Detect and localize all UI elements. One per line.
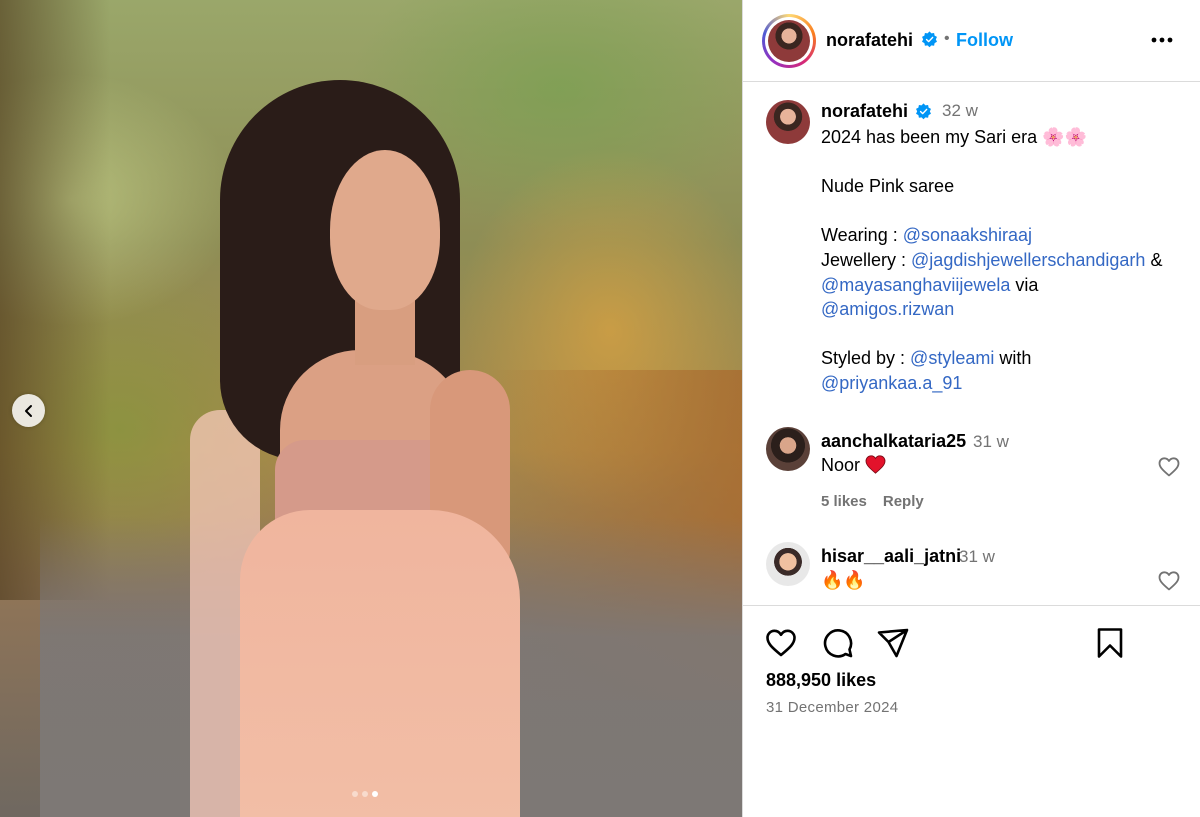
- comment-text: 🔥🔥: [821, 570, 866, 590]
- author-avatar[interactable]: [762, 14, 816, 68]
- post-date[interactable]: 31 December 2024: [766, 699, 898, 716]
- post-caption: 2024 has been my Sari era 🌸🌸 Nude Pink s…: [821, 125, 1191, 396]
- follow-button[interactable]: Follow: [956, 30, 1013, 51]
- post-header: norafatehi • Follow: [743, 0, 1200, 82]
- comment-username[interactable]: aanchalkataria25: [821, 431, 966, 452]
- comment-username[interactable]: hisar__aali_jatni: [821, 546, 961, 567]
- caption-username[interactable]: norafatehi: [821, 101, 908, 122]
- caption-line: Nude Pink saree: [821, 176, 955, 197]
- caption-label: Wearing :: [821, 225, 903, 246]
- comments-section[interactable]: norafatehi 32 w 2024 has been my Sari er…: [743, 83, 1200, 605]
- carousel-dot: [352, 791, 358, 797]
- comment-reply-button[interactable]: Reply: [883, 493, 924, 510]
- comment-meta: 5 likes Reply: [821, 493, 940, 510]
- comment-time[interactable]: 31 w: [973, 432, 1009, 452]
- caption-label: Styled by :: [821, 348, 911, 369]
- heart-icon[interactable]: [1157, 455, 1181, 479]
- caption-text: with: [994, 348, 1032, 369]
- commenter-avatar[interactable]: [766, 542, 810, 586]
- photo-subject: [180, 80, 540, 817]
- post-side-panel: norafatehi • Follow norafatehi 32 w 2024…: [742, 0, 1200, 817]
- caption-text: via: [1010, 274, 1039, 295]
- heart-icon[interactable]: [1157, 569, 1181, 593]
- carousel-dot-active: [372, 791, 378, 797]
- red-heart-emoji-icon: [865, 455, 886, 474]
- caption-author-avatar[interactable]: [766, 100, 810, 144]
- verified-badge-icon: [922, 31, 937, 48]
- more-options-icon[interactable]: [1147, 30, 1177, 50]
- mention-link[interactable]: @styleami: [910, 348, 994, 368]
- comment-text-content: Noor: [821, 455, 861, 475]
- mention-link[interactable]: @mayasanghaviijewela: [821, 275, 1010, 295]
- comment-text: Noor: [821, 455, 886, 476]
- caption-time[interactable]: 32 w: [942, 101, 978, 121]
- mention-link[interactable]: @jagdishjewellerschandigarh: [911, 250, 1145, 270]
- caption-line: 2024 has been my Sari era 🌸🌸: [821, 127, 1087, 147]
- header-separator: •: [944, 30, 950, 47]
- mention-link[interactable]: @sonaakshiraaj: [903, 225, 1032, 245]
- mention-link[interactable]: @amigos.rizwan: [821, 299, 954, 319]
- carousel-prev-button[interactable]: [12, 394, 45, 427]
- carousel-dot: [362, 791, 368, 797]
- carousel-indicator: [352, 791, 378, 797]
- caption-label: Jewellery :: [821, 249, 912, 270]
- commenter-avatar[interactable]: [766, 427, 810, 471]
- author-username[interactable]: norafatehi: [826, 30, 913, 51]
- mention-link[interactable]: @priyankaa.a_91: [821, 373, 962, 393]
- heart-icon[interactable]: [764, 626, 798, 660]
- post-actions: 888,950 likes 31 December 2024: [743, 605, 1200, 817]
- bookmark-icon[interactable]: [1093, 626, 1127, 660]
- comment-icon[interactable]: [821, 626, 855, 660]
- share-icon[interactable]: [876, 626, 910, 660]
- likes-count[interactable]: 888,950 likes: [766, 670, 876, 691]
- caption-text: &: [1145, 249, 1163, 270]
- comment-likes[interactable]: 5 likes: [821, 493, 867, 510]
- verified-badge-icon: [916, 103, 931, 120]
- chevron-left-icon: [24, 404, 32, 417]
- background-tree: [0, 0, 110, 600]
- post-media[interactable]: [0, 0, 742, 817]
- comment-time[interactable]: 31 w: [959, 547, 995, 567]
